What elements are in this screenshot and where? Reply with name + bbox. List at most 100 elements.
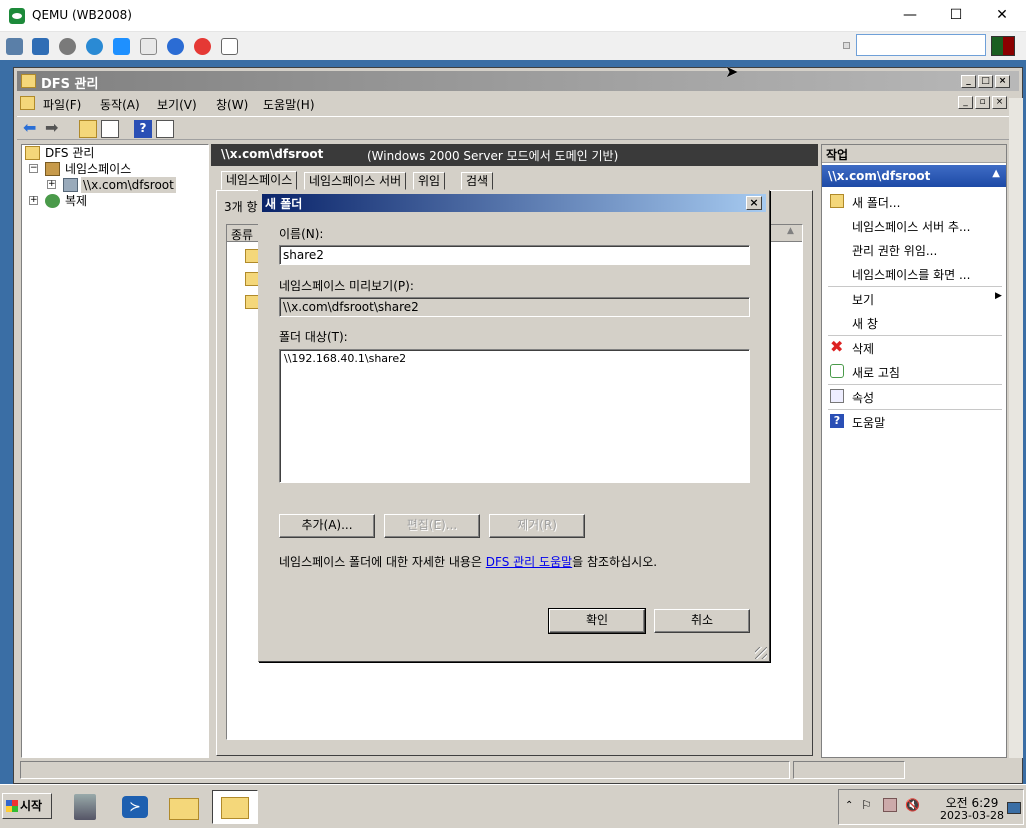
menu-action[interactable]: 동작(A) [100,96,140,113]
server-manager-taskbar-icon[interactable] [66,790,106,824]
start-label: 시작 [20,799,43,813]
mmc-maximize-button[interactable]: □ [978,75,993,88]
remove-button[interactable]: 제거(R) [489,514,585,538]
host-close-button[interactable]: ✕ [979,0,1025,32]
help-icon: ? [830,414,844,428]
action-view[interactable]: 보기 [852,291,874,308]
host-indicator-icon [843,42,850,49]
actions-pane: 작업 \\x.com\dfsroot ▲ 새 폴더... 네임스페이스 서버 추… [821,144,1007,758]
windows-logo-icon[interactable] [113,38,130,55]
edit-button[interactable]: 편집(E)... [384,514,480,538]
start-button[interactable]: 시작 [2,793,52,819]
properties-icon [830,389,844,403]
eject-disk-icon[interactable] [221,38,238,55]
action-new-window[interactable]: 새 창 [852,315,878,332]
sort-arrow-icon: ▲ [787,226,794,236]
separator [828,384,1002,385]
col-type-header[interactable]: 종류 [231,226,253,243]
qemu-titlebar: QEMU (WB2008) — ☐ ✕ [0,0,1026,32]
delete-icon: ✖ [830,337,844,356]
system-tray: ⌃ ⚐ 🔇 오전 6:29 2023-03-28 [838,789,1024,825]
tab-delegation[interactable]: 위임 [413,172,446,190]
menu-help[interactable]: 도움말(H) [263,96,315,113]
clock-date[interactable]: 2023-03-28 [937,809,1007,822]
dialog-close-button[interactable]: × [746,196,762,210]
action-refresh[interactable]: 새로 고침 [852,364,900,381]
show-desktop-icon[interactable] [1007,802,1021,814]
child-close-button[interactable]: × [992,96,1007,109]
forward-arrow-icon[interactable]: ➡ [45,120,63,138]
list-item[interactable]: \\192.168.40.1\share2 [284,352,745,365]
mmc-minimize-button[interactable]: _ [961,75,976,88]
host-color-swatch[interactable] [991,36,1015,56]
collapse-up-icon[interactable]: ▲ [992,168,1000,179]
namespace-root-icon [63,178,78,192]
refresh-icon[interactable] [86,38,103,55]
expand-icon[interactable]: + [47,180,56,189]
folder-targets-list[interactable]: \\192.168.40.1\share2 [279,349,750,483]
show-action-pane-icon[interactable] [156,120,174,138]
menu-view[interactable]: 보기(V) [157,96,197,113]
tab-search[interactable]: 검색 [461,172,494,190]
flag-icon[interactable]: ⚐ [861,798,872,812]
host-minimize-button[interactable]: — [887,0,933,32]
name-label: 이름(N): [279,227,324,241]
name-input[interactable]: share2 [279,245,750,265]
action-new-folder[interactable]: 새 폴더... [852,194,900,211]
child-minimize-button[interactable]: _ [958,96,973,109]
show-tree-icon[interactable] [101,120,119,138]
console-tree: DFS 관리 − 네임스페이스 + \\x.com\dfsroot + 복제 [21,144,209,758]
separator [828,409,1002,410]
action-delete[interactable]: 삭제 [852,340,874,357]
menu-file[interactable]: 파일(F) [43,96,81,113]
results-header-path: \\x.com\dfsroot [221,147,324,161]
cancel-button[interactable]: 취소 [654,609,750,633]
volume-icon[interactable]: 🔇 [905,798,920,812]
new-folder-dialog: 새 폴더 × 이름(N): share2 네임스페이스 미리보기(P): \\x… [258,190,770,662]
info-icon[interactable] [167,38,184,55]
expand-icon[interactable]: + [29,196,38,205]
results-header: \\x.com\dfsroot (Windows 2000 Server 모드에… [211,144,818,166]
host-maximize-button[interactable]: ☐ [933,0,979,32]
tree-namespaces-label: 네임스페이스 [65,162,132,176]
window-scrollbar[interactable] [1009,98,1023,758]
resize-grip-icon[interactable] [755,647,767,659]
tab-namespace[interactable]: 네임스페이스 [221,171,298,190]
new-folder-icon [830,194,844,208]
ok-button[interactable]: 확인 [548,608,646,634]
tab-namespace-servers[interactable]: 네임스페이스 서버 [304,172,407,190]
dfs-management-taskbar-icon[interactable] [212,790,258,824]
action-add-namespace-server[interactable]: 네임스페이스 서버 추... [852,218,970,235]
host-search-input[interactable] [856,34,986,56]
keyboard-icon[interactable] [140,38,157,55]
collapse-icon[interactable]: − [29,164,38,173]
back-arrow-icon[interactable]: ⬅ [23,120,41,138]
action-delegate[interactable]: 관리 권한 위임... [852,242,937,259]
mmc-close-button[interactable]: × [995,75,1010,88]
up-folder-icon[interactable] [79,120,97,138]
fullscreen-icon[interactable] [32,38,49,55]
menu-window[interactable]: 창(W) [216,96,248,113]
actions-section-header[interactable]: \\x.com\dfsroot ▲ [822,165,1006,187]
tray-expand-icon[interactable]: ⌃ [845,800,853,811]
network-tray-icon[interactable] [883,798,897,812]
preview-field: \\x.com\dfsroot\share2 [279,297,750,317]
windows-flag-icon [6,800,18,812]
action-display-namespace[interactable]: 네임스페이스를 화면 ... [852,266,970,283]
stop-icon[interactable] [194,38,211,55]
dialog-titlebar: 새 폴더 × [262,194,766,212]
help-icon[interactable]: ? [134,120,152,138]
action-help[interactable]: 도움말 [852,414,885,431]
network-icon[interactable] [6,38,23,55]
tree-namespace-label: \\x.com\dfsroot [81,177,176,193]
settings-gear-icon[interactable] [59,38,76,55]
explorer-taskbar-icon[interactable] [165,790,205,824]
powershell-taskbar-icon[interactable]: ≻ [116,790,156,824]
child-restore-button[interactable]: ▫ [975,96,990,109]
add-button[interactable]: 추가(A)... [279,514,375,538]
menubar: 파일(F) 동작(A) 보기(V) 창(W) 도움말(H) _ ▫ × [17,93,1019,113]
dfs-help-link[interactable]: DFS 관리 도움말 [486,555,572,569]
help-text: 네임스페이스 폴더에 대한 자세한 내용은 DFS 관리 도움말을 참조하십시오… [279,553,657,570]
action-properties[interactable]: 속성 [852,389,874,406]
mmc-toolbar: ⬅ ➡ ? [17,116,1019,140]
